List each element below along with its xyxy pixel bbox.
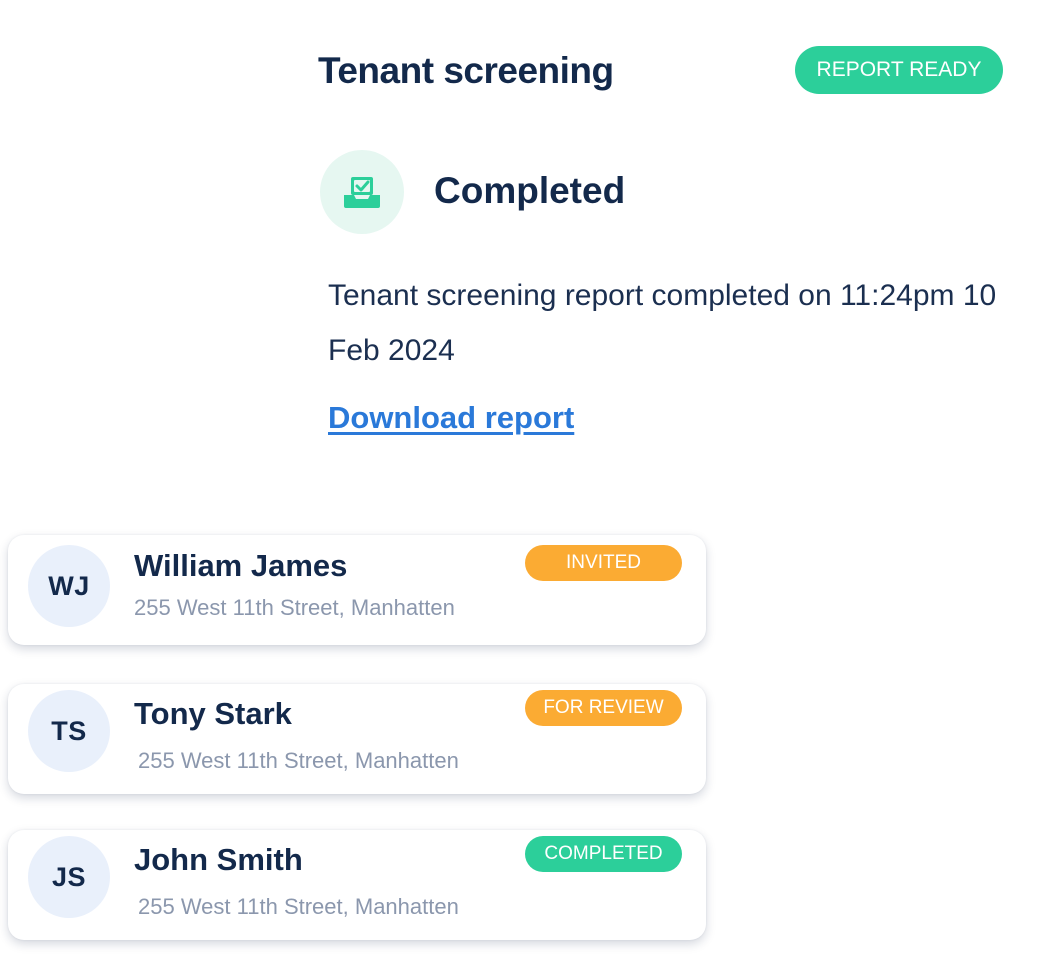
status-badge: INVITED xyxy=(525,545,682,581)
tenant-name: John Smith xyxy=(134,842,303,877)
tenant-name: Tony Stark xyxy=(134,696,292,731)
download-report-link[interactable]: Download report xyxy=(328,400,574,436)
tenant-screening-panel: Tenant screening REPORT READY Completed … xyxy=(318,40,1008,460)
tenant-name: William James xyxy=(134,548,348,583)
tenant-address: 255 West 11th Street, Manhatten xyxy=(138,748,459,773)
avatar: JS xyxy=(28,836,110,918)
tenant-card[interactable]: JS John Smith 255 West 11th Street, Manh… xyxy=(8,830,706,940)
tenant-card[interactable]: WJ William James 255 West 11th Street, M… xyxy=(8,535,706,645)
status-badge: FOR REVIEW xyxy=(525,690,682,726)
status-title: Completed xyxy=(434,170,626,211)
avatar: TS xyxy=(28,690,110,772)
report-ready-badge: REPORT READY xyxy=(795,46,1003,94)
inbox-check-icon xyxy=(320,150,404,234)
tenant-card[interactable]: TS Tony Stark 255 West 11th Street, Manh… xyxy=(8,684,706,794)
panel-title: Tenant screening xyxy=(318,50,614,91)
tenant-address: 255 West 11th Street, Manhatten xyxy=(134,595,455,620)
status-description: Tenant screening report completed on 11:… xyxy=(328,279,997,367)
avatar: WJ xyxy=(28,545,110,627)
status-badge: COMPLETED xyxy=(525,836,682,872)
tenant-address: 255 West 11th Street, Manhatten xyxy=(138,894,459,919)
